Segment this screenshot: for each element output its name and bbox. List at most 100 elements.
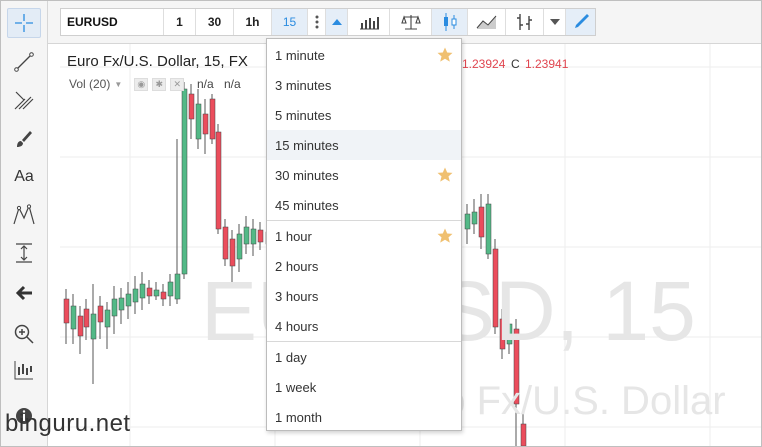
chevron-down-icon[interactable]: ▼ — [114, 80, 122, 89]
candle-body — [181, 88, 188, 275]
more-intervals-button[interactable] — [308, 9, 326, 35]
text-tool[interactable]: Aa — [7, 162, 41, 192]
candle-body — [485, 203, 492, 255]
back-tool[interactable] — [7, 278, 41, 308]
interval-menu-toggle[interactable] — [326, 9, 348, 35]
candle-body — [97, 305, 104, 323]
interval-menu-item[interactable]: 1 hour — [267, 221, 461, 251]
eye-icon[interactable]: ◉ — [134, 77, 149, 91]
zoom-in-tool[interactable] — [7, 319, 41, 349]
pattern-tool[interactable] — [7, 200, 41, 230]
candle-body — [250, 228, 257, 245]
candle-body — [209, 98, 216, 140]
candle-body — [188, 93, 195, 120]
pencil-icon — [574, 14, 589, 28]
indicators-button[interactable] — [348, 9, 390, 35]
area-chart-icon — [476, 15, 496, 29]
chevron-down-icon — [549, 19, 560, 25]
candle-body — [174, 273, 181, 300]
chevron-up-icon — [331, 19, 342, 25]
more-vertical-icon — [315, 15, 318, 29]
trend-line-tool[interactable] — [7, 47, 41, 77]
site-watermark: binguru.net — [5, 410, 131, 437]
close-icon[interactable]: ✕ — [170, 77, 185, 91]
pitchfork-tool[interactable] — [7, 85, 41, 115]
candle-body — [195, 103, 202, 140]
volume-ma-value: n/a — [224, 77, 241, 91]
candle-body — [215, 131, 222, 230]
ohlc-high: 1.23924 — [462, 57, 506, 71]
brush-icon — [17, 131, 32, 147]
favorite-star-icon[interactable] — [437, 228, 453, 244]
area-style-button[interactable] — [468, 9, 506, 35]
candle-body — [146, 287, 153, 297]
candle-body — [104, 309, 111, 328]
volume-label: Vol (20) — [69, 77, 111, 91]
gear-icon[interactable]: ✱ — [152, 77, 167, 91]
indicator-icon — [14, 361, 33, 380]
text-icon: Aa — [14, 168, 34, 185]
crosshair-icon — [15, 14, 33, 32]
candle-body — [70, 305, 77, 330]
drawing-mode-button[interactable] — [566, 9, 595, 35]
indicator-tool[interactable] — [7, 355, 41, 385]
scale-icon — [400, 15, 421, 30]
ohlc-close-label: C — [511, 57, 520, 71]
interval-menu-item[interactable]: 1 month — [267, 402, 461, 432]
brush-tool[interactable] — [7, 124, 41, 154]
trend-line-icon — [14, 52, 34, 72]
interval-15-button[interactable]: 15 — [272, 9, 308, 35]
interval-menu-item[interactable]: 45 minutes — [267, 190, 461, 220]
candles-style-button[interactable] — [432, 9, 468, 35]
candle-body — [111, 298, 118, 317]
candle-body — [160, 291, 167, 300]
candle-body — [132, 288, 139, 303]
interval-menu-item[interactable]: 15 minutes — [267, 130, 461, 160]
candle-body — [229, 238, 236, 267]
interval-30-button[interactable]: 30 — [196, 9, 234, 35]
interval-dropdown: 1 minute 3 minutes 5 minutes 15 minutes 30 m… — [266, 38, 462, 431]
symbol-input[interactable]: EURUSD — [61, 9, 164, 35]
arrow-left-icon — [15, 285, 32, 301]
chart-window: EURUSD, 15 Euro Fx/U.S. Dollar Euro Fx/U… — [0, 0, 762, 447]
interval-1-button[interactable]: 1 — [164, 9, 196, 35]
interval-menu-item[interactable]: 4 hours — [267, 311, 461, 341]
interval-group: EURUSD 1 30 1h 15 — [60, 8, 596, 36]
favorite-star-icon[interactable] — [437, 167, 453, 183]
pattern-icon — [13, 204, 35, 225]
bars-style-button[interactable] — [506, 9, 544, 35]
pitchfork-icon — [14, 91, 34, 110]
candle-body — [90, 313, 97, 340]
candle-body — [153, 289, 160, 297]
candle-body — [77, 315, 84, 337]
interval-menu-item-label: 4 hours — [275, 318, 319, 334]
interval-menu-item[interactable]: 30 minutes — [267, 160, 461, 190]
candlestick-icon — [443, 13, 456, 31]
interval-menu-item[interactable]: 5 minutes — [267, 100, 461, 130]
compare-button[interactable] — [390, 9, 432, 35]
interval-menu-item[interactable]: 1 week — [267, 372, 461, 402]
candle-body — [222, 226, 229, 260]
interval-menu-item[interactable]: 3 minutes — [267, 70, 461, 100]
measure-icon — [16, 243, 32, 263]
bar-indicator-icon — [359, 17, 379, 30]
interval-menu-item[interactable]: 1 day — [267, 342, 461, 372]
crosshair-tool[interactable] — [7, 8, 41, 38]
interval-menu-item-label: 3 hours — [275, 288, 319, 304]
candle-body — [520, 423, 527, 446]
interval-menu-item[interactable]: 2 hours — [267, 251, 461, 281]
candle-body — [125, 293, 132, 307]
chart-style-menu[interactable] — [544, 9, 566, 35]
interval-menu-item[interactable]: 1 minute — [267, 40, 461, 70]
candle-body — [471, 211, 478, 225]
favorite-star-icon[interactable] — [437, 47, 453, 63]
candle-body — [118, 297, 125, 311]
candle-body — [139, 283, 146, 299]
interval-1h-button[interactable]: 1h — [234, 9, 272, 35]
volume-legend[interactable]: Vol (20) ▼ ◉ ✱ ✕ — [69, 77, 185, 91]
interval-menu-item-label: 1 month — [275, 409, 322, 425]
ohlc-bars-icon — [516, 14, 532, 30]
measure-tool[interactable] — [7, 238, 41, 268]
ohlc-close: 1.23941 — [525, 57, 569, 71]
interval-menu-item[interactable]: 3 hours — [267, 281, 461, 311]
